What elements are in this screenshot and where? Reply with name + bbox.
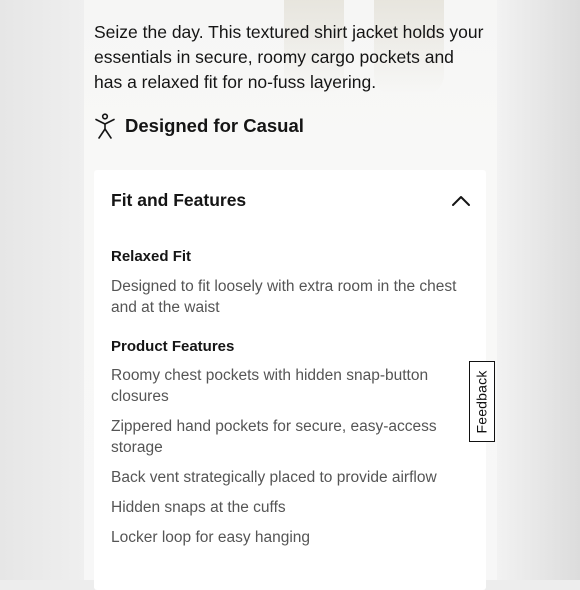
features-heading: Product Features — [111, 338, 235, 355]
fit-and-features-toggle[interactable]: Fit and Features — [94, 170, 486, 232]
chevron-up-icon[interactable] — [451, 194, 471, 208]
fit-and-features-panel: Fit and Features Relaxed Fit Designed to… — [94, 170, 486, 590]
fit-description: Designed to fit loosely with extra room … — [111, 278, 457, 316]
feedback-label: Feedback — [474, 369, 490, 434]
designed-for-label: Designed for Casual — [125, 115, 304, 136]
designed-for-row: Designed for Casual — [94, 112, 304, 140]
fit-heading: Relaxed Fit — [111, 248, 192, 265]
background-left — [0, 0, 84, 580]
person-activity-icon — [95, 113, 115, 139]
feature-item: Locker loop for easy hanging — [111, 529, 311, 546]
features-list: Roomy chest pockets with hidden snap-but… — [111, 365, 473, 557]
feature-item: Hidden snaps at the cuffs — [111, 499, 286, 516]
feature-item: Zippered hand pockets for secure, easy-a… — [111, 418, 437, 456]
product-description: Seize the day. This textured shirt jacke… — [94, 22, 484, 92]
feature-item: Roomy chest pockets with hidden snap-but… — [111, 367, 429, 405]
background-right — [497, 0, 580, 580]
feedback-button[interactable]: Feedback — [469, 361, 495, 442]
feature-item: Back vent strategically placed to provid… — [111, 469, 437, 486]
fit-and-features-title: Fit and Features — [111, 190, 247, 210]
